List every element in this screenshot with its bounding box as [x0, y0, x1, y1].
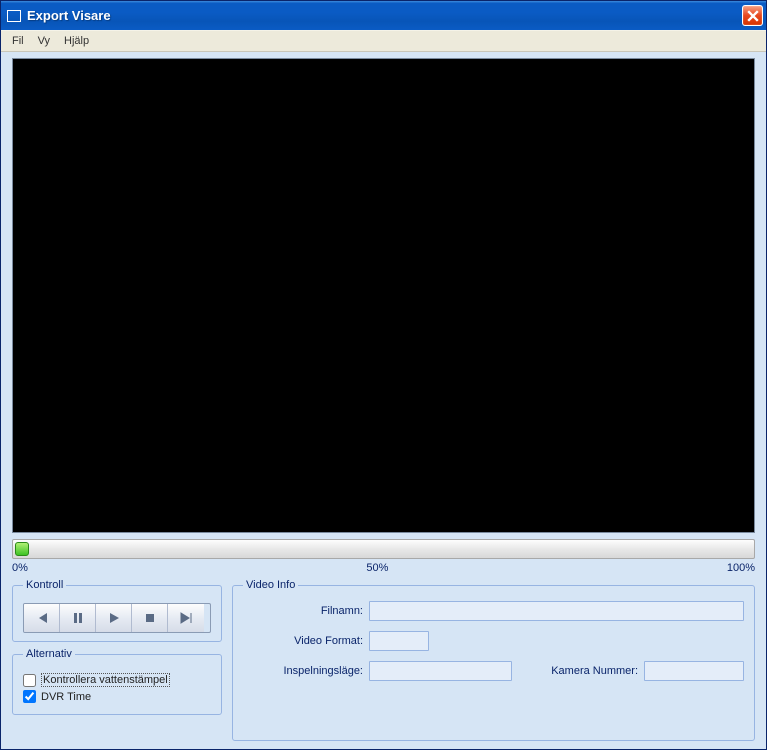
videoinfo-legend: Video Info [243, 579, 298, 591]
play-button[interactable] [96, 604, 132, 632]
menu-vy[interactable]: Vy [31, 32, 57, 50]
videoinfo-grid: Filnamn: Video Format: Inspelningsläge: … [243, 601, 744, 681]
filnamn-label: Filnamn: [243, 605, 363, 617]
progress-labels: 0% 50% 100% [12, 562, 755, 574]
close-icon [747, 10, 759, 22]
menubar: Fil Vy Hjälp [1, 30, 766, 52]
progress-label-0: 0% [12, 562, 28, 574]
dvrtime-checkbox[interactable] [23, 690, 36, 703]
alternativ-group: Alternativ Kontrollera vattenstämpel DVR… [12, 648, 222, 715]
videoformat-field [369, 631, 429, 651]
window-title: Export Visare [27, 8, 742, 23]
kontroll-legend: Kontroll [23, 579, 66, 591]
content-area: 0% 50% 100% Kontroll [1, 52, 766, 749]
watermark-checkbox-row[interactable]: Kontrollera vattenstämpel [23, 673, 211, 687]
pause-icon [71, 611, 85, 625]
videoinfo-group: Video Info Filnamn: Video Format: Inspel… [232, 579, 755, 741]
close-button[interactable] [742, 5, 763, 26]
kontroll-group: Kontroll [12, 579, 222, 642]
progress-slider[interactable] [12, 539, 755, 559]
progress-section: 0% 50% 100% [12, 539, 755, 574]
progress-label-50: 50% [366, 562, 388, 574]
skip-forward-icon [179, 611, 193, 625]
bottom-panels: Kontroll [12, 579, 755, 741]
stop-button[interactable] [132, 604, 168, 632]
progress-thumb[interactable] [15, 542, 29, 556]
play-icon [107, 611, 121, 625]
stop-icon [143, 611, 157, 625]
left-column: Kontroll [12, 579, 222, 741]
inspelningslage-field [369, 661, 512, 681]
watermark-checkbox[interactable] [23, 674, 36, 687]
skip-back-button[interactable] [24, 604, 60, 632]
right-column: Video Info Filnamn: Video Format: Inspel… [232, 579, 755, 741]
titlebar: Export Visare [1, 1, 766, 30]
alternativ-legend: Alternativ [23, 648, 75, 660]
dvrtime-checkbox-row[interactable]: DVR Time [23, 690, 211, 703]
inspelningslage-label: Inspelningsläge: [243, 665, 363, 677]
progress-label-100: 100% [727, 562, 755, 574]
skip-forward-button[interactable] [168, 604, 204, 632]
app-icon [7, 10, 21, 22]
filnamn-field [369, 601, 744, 621]
video-viewport [12, 58, 755, 533]
watermark-label: Kontrollera vattenstämpel [41, 673, 170, 687]
pause-button[interactable] [60, 604, 96, 632]
kameranummer-label: Kamera Nummer: [518, 665, 638, 677]
dvrtime-label: DVR Time [41, 691, 91, 703]
skip-back-icon [35, 611, 49, 625]
playback-controls [23, 603, 211, 633]
kameranummer-field [644, 661, 744, 681]
app-window: Export Visare Fil Vy Hjälp 0% 50% 100% K… [0, 0, 767, 750]
menu-hjalp[interactable]: Hjälp [57, 32, 96, 50]
videoformat-label: Video Format: [243, 635, 363, 647]
menu-fil[interactable]: Fil [5, 32, 31, 50]
